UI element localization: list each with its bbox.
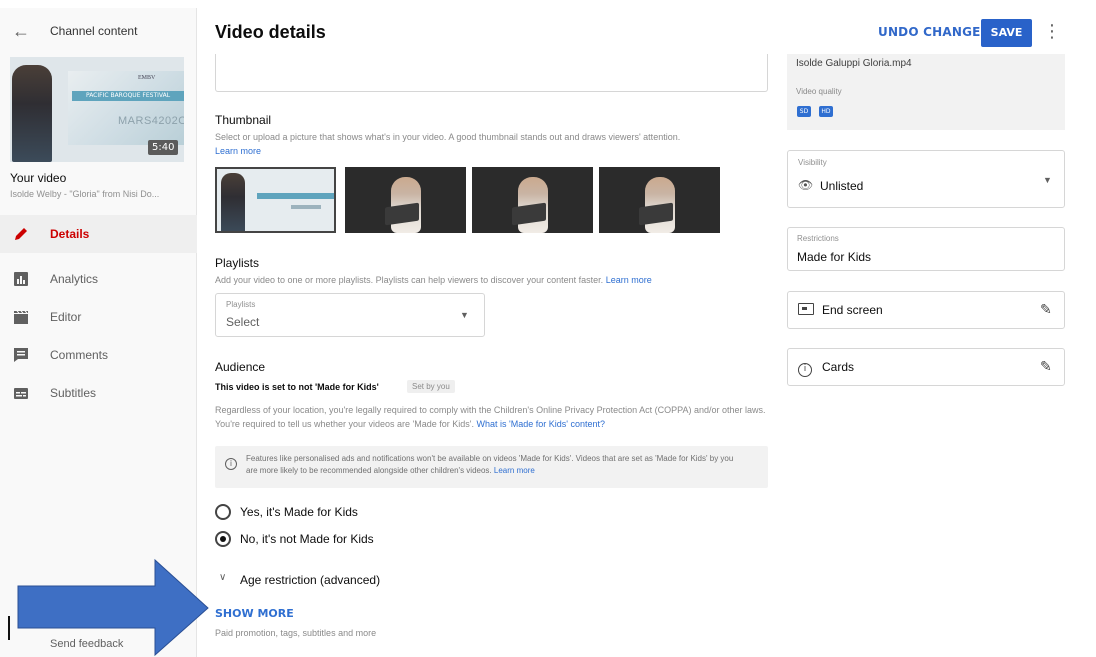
thumbnail-learn-more-link[interactable]: Learn more bbox=[215, 146, 261, 156]
caret-down-icon: ▼ bbox=[460, 310, 469, 320]
playlist-select[interactable]: Playlists Select ▼ bbox=[215, 293, 485, 337]
set-by-badge: Set by you bbox=[407, 380, 455, 393]
thumbnail-option-1[interactable] bbox=[215, 167, 336, 233]
sidebar-item-label: Comments bbox=[50, 348, 109, 362]
radio-unselected-icon[interactable] bbox=[215, 504, 231, 520]
poster-date bbox=[291, 205, 321, 209]
thumbnail-option-2[interactable] bbox=[345, 167, 466, 233]
poster-banner: PACIFIC BAROQUE FESTIVAL bbox=[72, 91, 184, 101]
edit-pencil-icon[interactable]: ✎ bbox=[1040, 302, 1052, 316]
eye-icon: 👁 bbox=[798, 178, 814, 192]
thumbnail-help: Select or upload a picture that shows wh… bbox=[215, 130, 775, 158]
thumbnail-option-3[interactable] bbox=[472, 167, 593, 233]
restrictions-field: Restrictions Made for Kids bbox=[787, 227, 1065, 271]
sidebar-item-subtitles[interactable]: Subtitles bbox=[0, 374, 197, 412]
analytics-icon bbox=[14, 272, 28, 286]
back-arrow-icon[interactable]: ← bbox=[12, 22, 30, 40]
undo-changes-button[interactable]: UNDO CHANGES bbox=[878, 25, 989, 39]
playlist-select-value: Select bbox=[226, 315, 260, 329]
thumbnail-heading: Thumbnail bbox=[215, 113, 272, 127]
audience-status: This video is set to not 'Made for Kids' bbox=[215, 382, 379, 392]
playlist-select-label: Playlists bbox=[226, 300, 256, 309]
video-quality-label: Video quality bbox=[796, 87, 842, 96]
sidebar-item-details[interactable]: Details bbox=[0, 215, 197, 253]
show-more-help: Paid promotion, tags, subtitles and more bbox=[215, 628, 377, 638]
playlists-help: Add your video to one or more playlists.… bbox=[215, 273, 775, 287]
end-screen-label: End screen bbox=[822, 303, 883, 317]
audience-heading: Audience bbox=[215, 360, 266, 374]
festival-poster bbox=[68, 71, 184, 145]
audience-help: Regardless of your location, you're lega… bbox=[215, 403, 775, 431]
radio-label: Yes, it's Made for Kids bbox=[240, 505, 358, 519]
quality-badge: SD bbox=[797, 106, 811, 117]
made-for-kids-info-link[interactable]: What is 'Made for Kids' content? bbox=[476, 419, 605, 429]
sidebar-item-label: Details bbox=[50, 227, 90, 241]
sidebar-item-label: Editor bbox=[50, 310, 82, 324]
sidebar-header: ← Channel content bbox=[0, 8, 197, 54]
restrictions-value: Made for Kids bbox=[797, 250, 872, 264]
playlists-help-text: Add your video to one or more playlists.… bbox=[215, 275, 604, 285]
caret-down-icon: ▼ bbox=[1043, 175, 1052, 185]
made-for-kids-info-box: i Features like personalised ads and not… bbox=[215, 446, 768, 488]
sidebar-item-comments[interactable]: Comments bbox=[0, 336, 197, 374]
singer-figure bbox=[12, 65, 52, 162]
radio-label: No, it's not Made for Kids bbox=[240, 532, 374, 546]
cards-info-icon: i bbox=[798, 360, 812, 377]
sidebar-item-label: Subtitles bbox=[50, 386, 97, 400]
pencil-icon bbox=[15, 228, 27, 240]
playlists-heading: Playlists bbox=[215, 256, 260, 270]
file-name: Isolde Galuppi Gloria.mp4 bbox=[796, 58, 912, 69]
show-more-button[interactable]: SHOW MORE bbox=[215, 607, 294, 620]
radio-selected-icon[interactable] bbox=[215, 531, 231, 547]
video-file-card: Isolde Galuppi Gloria.mp4 Video quality … bbox=[787, 54, 1065, 130]
description-field[interactable] bbox=[215, 54, 768, 92]
poster-banner bbox=[257, 193, 334, 199]
visibility-select[interactable]: Visibility 👁 Unlisted ▼ bbox=[787, 150, 1065, 208]
more-options-icon[interactable]: ⋮ bbox=[1043, 22, 1061, 40]
end-screen-card[interactable]: End screen ✎ bbox=[787, 291, 1065, 329]
page-title: Video details bbox=[215, 22, 326, 42]
age-restriction-label: Age restriction (advanced) bbox=[240, 573, 381, 587]
poster-date: MARS4202O bbox=[118, 115, 184, 127]
sidebar-item-label: Analytics bbox=[50, 272, 99, 286]
singer-figure bbox=[221, 173, 245, 231]
visibility-value: Unlisted bbox=[820, 179, 864, 193]
edit-pencil-icon[interactable]: ✎ bbox=[1040, 359, 1052, 373]
end-screen-icon bbox=[798, 303, 814, 318]
info-box-text: Features like personalised ads and notif… bbox=[246, 453, 746, 477]
thumbnail-help-text: Select or upload a picture that shows wh… bbox=[215, 132, 681, 142]
info-learn-more-link[interactable]: Learn more bbox=[494, 466, 535, 475]
video-name: Isolde Welby - "Gloria" from Nisi Do... bbox=[10, 189, 160, 199]
chevron-down-icon: ∨ bbox=[219, 572, 227, 583]
poster-logo: EMBV bbox=[138, 75, 156, 81]
annotation-arrow-icon bbox=[17, 558, 209, 657]
info-box-body: Features like personalised ads and notif… bbox=[246, 454, 734, 475]
sidebar-item-analytics[interactable]: Analytics bbox=[0, 260, 197, 298]
visibility-label: Visibility bbox=[798, 158, 827, 167]
top-bar: Video details UNDO CHANGES SAVE ⋮ bbox=[198, 8, 1096, 54]
sidebar-item-editor[interactable]: Editor bbox=[0, 298, 197, 336]
duration-badge: 5:40 bbox=[148, 140, 179, 155]
comment-icon bbox=[14, 348, 28, 362]
save-button[interactable]: SAVE bbox=[981, 19, 1032, 47]
info-icon: i bbox=[225, 458, 237, 470]
cards-label: Cards bbox=[822, 360, 855, 374]
quality-badge: HD bbox=[819, 106, 833, 117]
thumbnail-option-4[interactable] bbox=[599, 167, 720, 233]
sidebar-title: Channel content bbox=[50, 24, 138, 38]
playlists-learn-more-link[interactable]: Learn more bbox=[606, 275, 652, 285]
subtitles-icon bbox=[14, 388, 28, 399]
clapperboard-icon bbox=[14, 310, 28, 324]
restrictions-label: Restrictions bbox=[797, 234, 839, 243]
cards-card[interactable]: i Cards ✎ bbox=[787, 348, 1065, 386]
your-video-label: Your video bbox=[10, 171, 67, 185]
